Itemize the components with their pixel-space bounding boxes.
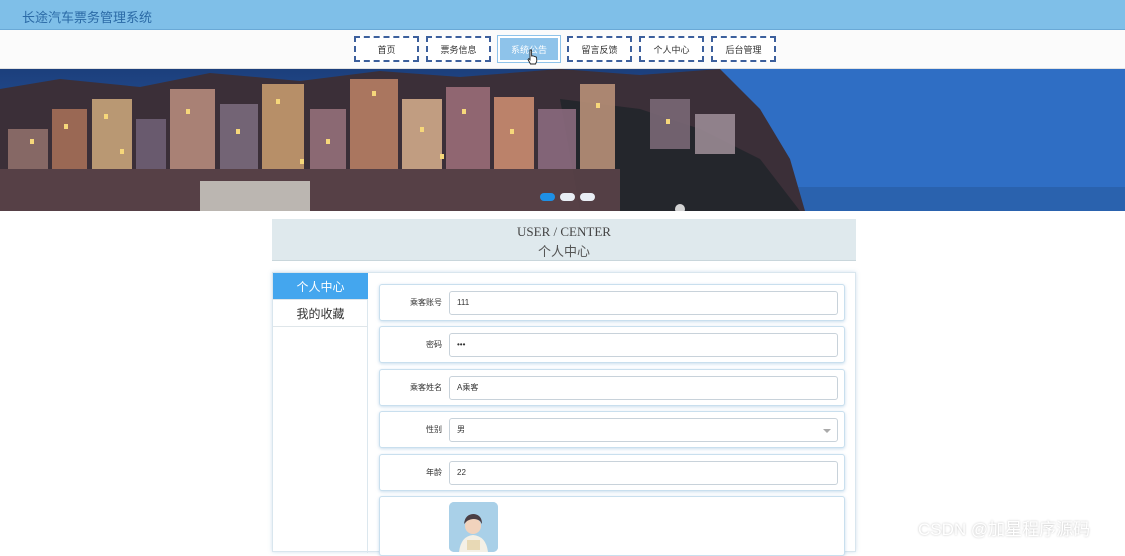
section-header: USER / CENTER 个人中心: [272, 219, 856, 261]
top-bar: 长途汽车票务管理系统: [0, 0, 1125, 30]
carousel-dot[interactable]: [560, 193, 575, 201]
banner-image: [0, 69, 1125, 211]
nav-item-admin[interactable]: 后台管理: [711, 36, 776, 62]
sidebar-item-favorites[interactable]: 我的收藏: [273, 300, 368, 327]
password-label: 密码: [426, 340, 442, 349]
sidebar-item-user-center[interactable]: 个人中心: [273, 273, 368, 300]
carousel-dot[interactable]: [540, 193, 555, 201]
form-row-account: 乘客账号 111: [379, 284, 845, 321]
account-label: 乘客账号: [410, 298, 442, 307]
carousel-dot[interactable]: [580, 193, 595, 201]
user-center-panel: 个人中心 我的收藏 乘客账号 111 密码 ••• 乘客姓名 A乘客 性别 男 …: [272, 272, 856, 556]
hand-cursor-icon: [527, 49, 538, 65]
main-nav: 首页 票务信息 系统公告 留言反馈 个人中心 后台管理: [0, 30, 1125, 69]
form-row-age: 年龄 22: [379, 454, 845, 491]
carousel-dots: [540, 193, 595, 201]
form-row-password: 密码 •••: [379, 326, 845, 363]
gender-value: 男: [457, 425, 465, 434]
section-title-cn: 个人中心: [537, 244, 590, 259]
name-label: 乘客姓名: [410, 383, 442, 392]
chevron-down-icon: [823, 429, 831, 433]
age-input[interactable]: 22: [449, 461, 838, 485]
nav-item-feedback[interactable]: 留言反馈: [567, 36, 632, 62]
section-title-en: USER / CENTER: [517, 224, 611, 239]
nav-item-home[interactable]: 首页: [354, 36, 419, 62]
nav-list: 首页 票务信息 系统公告 留言反馈 个人中心 后台管理: [354, 35, 776, 63]
name-input[interactable]: A乘客: [449, 376, 838, 400]
gender-select[interactable]: 男: [449, 418, 838, 442]
watermark: CSDN @加星程序源码: [918, 520, 1091, 539]
gender-label: 性别: [426, 425, 442, 434]
account-input[interactable]: 111: [449, 291, 838, 315]
avatar[interactable]: [449, 502, 498, 552]
age-label: 年龄: [426, 468, 442, 477]
nav-item-user-center[interactable]: 个人中心: [639, 36, 704, 62]
form-row-name: 乘客姓名 A乘客: [379, 369, 845, 406]
avatar-illustration-icon: [449, 502, 498, 552]
site-title: 长途汽车票务管理系统: [22, 10, 153, 25]
user-sidebar: 个人中心 我的收藏: [273, 273, 368, 553]
banner-carousel[interactable]: [0, 69, 1125, 211]
password-input[interactable]: •••: [449, 333, 838, 357]
form-row-avatar: [379, 496, 845, 556]
nav-item-tickets[interactable]: 票务信息: [426, 36, 491, 62]
form-row-gender: 性别 男: [379, 411, 845, 448]
